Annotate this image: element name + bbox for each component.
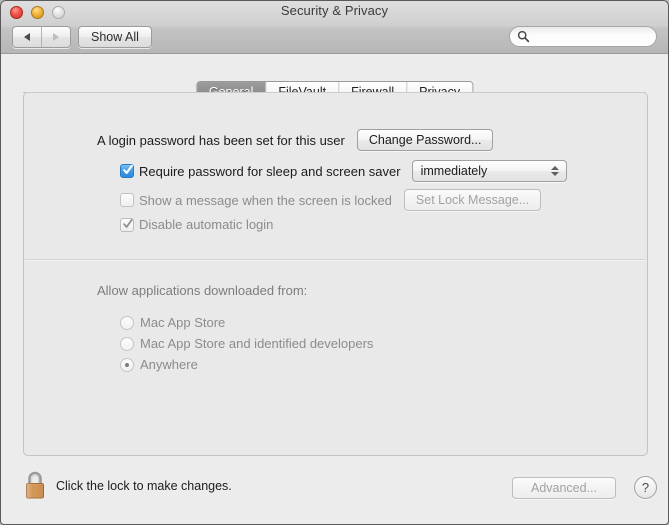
security-privacy-window: Security & Privacy Show All General (0, 0, 669, 525)
show-lock-message-checkbox (120, 193, 134, 207)
show-lock-message-label: Show a message when the screen is locked (139, 192, 392, 208)
require-password-delay-popup[interactable]: immediately (411, 160, 567, 182)
checkmark-icon (123, 218, 133, 228)
search-field[interactable] (509, 26, 657, 47)
window-titlebar: Security & Privacy Show All (1, 1, 668, 54)
disable-auto-login-checkbox (120, 217, 134, 232)
login-password-row: A login password has been set for this u… (97, 129, 494, 151)
window-title: Security & Privacy (280, 3, 389, 18)
radio-identified-developers (120, 336, 134, 351)
disable-auto-login-row: Disable automatic login (120, 217, 273, 232)
lock-closed-icon[interactable] (20, 468, 50, 502)
advanced-button: Advanced... (512, 477, 616, 499)
search-input[interactable] (534, 29, 652, 44)
radio-mac-app-store-label: Mac App Store (140, 315, 226, 330)
require-password-row: Require password for sleep and screen sa… (120, 160, 567, 182)
help-button[interactable]: ? (634, 476, 657, 499)
radio-anywhere-label: Anywhere (140, 357, 198, 372)
lock-caption: Click the lock to make changes. (56, 479, 232, 493)
radio-anywhere (120, 357, 134, 372)
back-button[interactable] (13, 27, 42, 47)
login-password-status: A login password has been set for this u… (97, 132, 345, 148)
forward-button (42, 27, 70, 47)
disable-auto-login-label: Disable automatic login (139, 217, 274, 232)
allow-apps-option-mac-app-store: Mac App Store (120, 315, 225, 330)
require-password-label: Require password for sleep and screen sa… (139, 163, 401, 179)
section-separator (25, 259, 646, 261)
checkmark-icon (123, 164, 133, 175)
allow-apps-heading-row: Allow applications downloaded from: (97, 283, 307, 298)
require-password-checkbox[interactable] (120, 164, 134, 178)
forward-arrow-icon (53, 33, 59, 41)
change-password-button[interactable]: Change Password... (356, 129, 494, 151)
allow-apps-heading: Allow applications downloaded from: (97, 283, 308, 298)
general-pane: A login password has been set for this u… (23, 92, 648, 456)
search-icon (517, 30, 530, 43)
show-all-button[interactable]: Show All (78, 26, 152, 48)
back-arrow-icon (24, 33, 30, 41)
navigation-segmented-control[interactable] (12, 26, 71, 48)
window-footer: Click the lock to make changes. Advanced… (1, 456, 668, 524)
set-lock-message-button: Set Lock Message... (403, 189, 542, 211)
allow-apps-option-anywhere: Anywhere (120, 357, 198, 372)
allow-apps-option-identified-developers: Mac App Store and identified developers (120, 336, 373, 351)
radio-identified-developers-label: Mac App Store and identified developers (140, 336, 374, 351)
chevron-updown-icon (550, 166, 559, 176)
require-password-delay-value: immediately (420, 164, 488, 178)
radio-mac-app-store (120, 315, 134, 330)
show-lock-message-row: Show a message when the screen is locked… (120, 189, 542, 211)
